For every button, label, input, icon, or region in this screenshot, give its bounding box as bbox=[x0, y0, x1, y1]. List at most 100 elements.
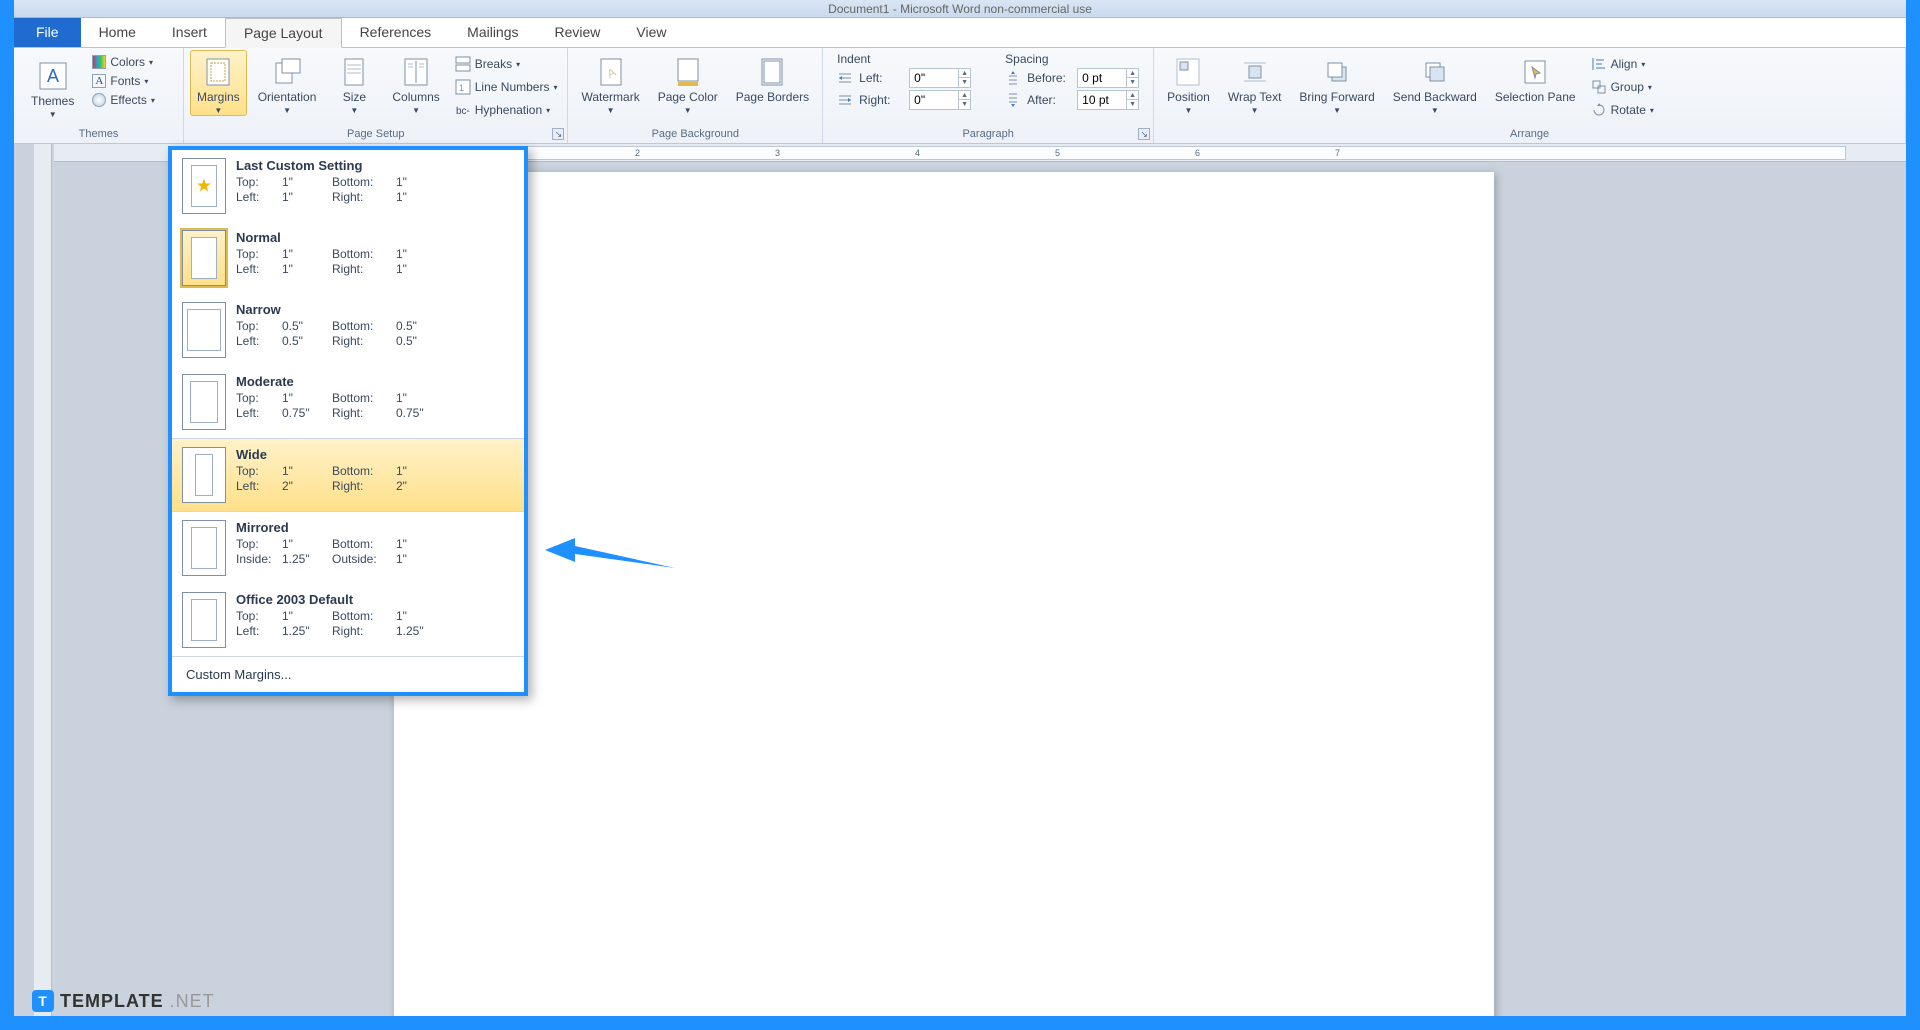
indent-left-input[interactable]: ▲▼ bbox=[909, 68, 971, 88]
breaks-icon bbox=[455, 56, 471, 72]
group-label-themes: Themes bbox=[20, 126, 177, 143]
margin-option-title: Last Custom Setting bbox=[236, 158, 514, 173]
margin-thumb-icon bbox=[182, 302, 226, 358]
margin-option-wide[interactable]: WideTop:1"Bottom:1"Left:2"Right:2" bbox=[172, 439, 524, 512]
svg-text:1: 1 bbox=[459, 83, 464, 93]
send-backward-button[interactable]: Send Backward▼ bbox=[1386, 50, 1484, 116]
align-icon bbox=[1591, 56, 1607, 72]
spacing-heading: Spacing bbox=[1005, 52, 1139, 66]
group-button[interactable]: Group▾ bbox=[1587, 77, 1658, 97]
watermark-button[interactable]: A Watermark▼ bbox=[574, 50, 646, 116]
group-label-paragraph: Paragraph bbox=[829, 126, 1147, 143]
colors-icon bbox=[92, 55, 106, 69]
margin-option-mirrored[interactable]: MirroredTop:1"Bottom:1"Inside:1.25"Outsi… bbox=[172, 512, 524, 584]
ruler-tick: 2 bbox=[635, 148, 640, 158]
tab-references[interactable]: References bbox=[342, 18, 450, 47]
spacing-before-input[interactable]: ▲▼ bbox=[1077, 68, 1139, 88]
margin-option-title: Mirrored bbox=[236, 520, 514, 535]
page-setup-launcher[interactable]: ↘ bbox=[552, 128, 564, 140]
page-color-button[interactable]: Page Color▼ bbox=[651, 50, 725, 116]
watermark-icon: A bbox=[594, 55, 628, 89]
ruler-tick: 7 bbox=[1335, 148, 1340, 158]
margin-option-last-custom-setting[interactable]: Last Custom SettingTop:1"Bottom:1"Left:1… bbox=[172, 150, 524, 222]
ribbon: A Themes ▼ Colors▾ AFonts▾ Effects▾ Them… bbox=[14, 48, 1906, 144]
margin-thumb-icon bbox=[182, 230, 226, 286]
fonts-icon: A bbox=[92, 74, 106, 88]
template-net-watermark: T TEMPLATE.NET bbox=[32, 990, 215, 1012]
size-button[interactable]: Size▼ bbox=[327, 50, 381, 116]
margin-option-title: Wide bbox=[236, 447, 514, 462]
position-icon bbox=[1171, 55, 1205, 89]
indent-heading: Indent bbox=[837, 52, 971, 66]
selection-pane-button[interactable]: Selection Pane bbox=[1488, 50, 1583, 105]
page-color-icon bbox=[671, 55, 705, 89]
columns-icon bbox=[399, 55, 433, 89]
selection-pane-icon bbox=[1518, 55, 1552, 89]
margins-icon bbox=[201, 55, 235, 89]
tab-mailings[interactable]: Mailings bbox=[449, 18, 536, 47]
spacing-after-input[interactable]: ▲▼ bbox=[1077, 90, 1139, 110]
svg-text:A: A bbox=[47, 66, 59, 86]
margin-option-office-2003-default[interactable]: Office 2003 DefaultTop:1"Bottom:1"Left:1… bbox=[172, 584, 524, 656]
margin-option-normal[interactable]: NormalTop:1"Bottom:1"Left:1"Right:1" bbox=[172, 222, 524, 294]
line-numbers-icon: 1 bbox=[455, 79, 471, 95]
tab-view[interactable]: View bbox=[618, 18, 684, 47]
wrap-text-button[interactable]: Wrap Text▼ bbox=[1221, 50, 1289, 116]
hyphenation-button[interactable]: bc-Hyphenation▾ bbox=[451, 100, 562, 120]
breaks-button[interactable]: Breaks▾ bbox=[451, 54, 562, 74]
chevron-down-icon: ▼ bbox=[49, 110, 57, 119]
effects-icon bbox=[92, 93, 106, 107]
send-backward-icon bbox=[1418, 55, 1452, 89]
tab-home[interactable]: Home bbox=[81, 18, 154, 47]
indent-left-icon bbox=[837, 70, 853, 86]
spacing-before-icon bbox=[1005, 70, 1021, 86]
paragraph-launcher[interactable]: ↘ bbox=[1138, 128, 1150, 140]
margins-button[interactable]: Margins▼ bbox=[190, 50, 247, 116]
rotate-button[interactable]: Rotate▾ bbox=[1587, 100, 1658, 120]
margin-option-title: Moderate bbox=[236, 374, 514, 389]
tab-insert[interactable]: Insert bbox=[154, 18, 225, 47]
bring-forward-button[interactable]: Bring Forward▼ bbox=[1292, 50, 1381, 116]
arrow-annotation bbox=[545, 528, 685, 593]
tab-page-layout[interactable]: Page Layout bbox=[225, 18, 342, 48]
orientation-button[interactable]: Orientation▼ bbox=[251, 50, 324, 116]
line-numbers-button[interactable]: 1Line Numbers▾ bbox=[451, 77, 562, 97]
margin-option-title: Narrow bbox=[236, 302, 514, 317]
margin-option-narrow[interactable]: NarrowTop:0.5"Bottom:0.5"Left:0.5"Right:… bbox=[172, 294, 524, 366]
group-label-arrange: Arrange bbox=[1160, 126, 1899, 143]
group-label-page-background: Page Background bbox=[574, 126, 816, 143]
file-tab[interactable]: File bbox=[14, 18, 81, 47]
theme-colors-button[interactable]: Colors▾ bbox=[89, 54, 157, 70]
ruler-tick: 3 bbox=[775, 148, 780, 158]
themes-button[interactable]: A Themes ▼ bbox=[24, 54, 81, 120]
position-button[interactable]: Position▼ bbox=[1160, 50, 1217, 116]
wrap-text-icon bbox=[1238, 55, 1272, 89]
template-logo-icon: T bbox=[32, 990, 54, 1012]
window-title: Document1 - Microsoft Word non-commercia… bbox=[828, 2, 1092, 16]
theme-effects-button[interactable]: Effects▾ bbox=[89, 92, 157, 108]
margin-thumb-icon bbox=[182, 520, 226, 576]
orientation-icon bbox=[270, 55, 304, 89]
margin-option-title: Office 2003 Default bbox=[236, 592, 514, 607]
tab-review[interactable]: Review bbox=[537, 18, 619, 47]
indent-right-icon bbox=[837, 92, 853, 108]
document-page[interactable] bbox=[394, 172, 1494, 1016]
themes-icon: A bbox=[36, 59, 70, 93]
align-button[interactable]: Align▾ bbox=[1587, 54, 1658, 74]
theme-fonts-button[interactable]: AFonts▾ bbox=[89, 73, 157, 89]
columns-button[interactable]: Columns▼ bbox=[385, 50, 446, 116]
page-borders-button[interactable]: Page Borders bbox=[729, 50, 816, 105]
custom-margins-item[interactable]: Custom Margins... bbox=[172, 656, 524, 692]
margin-option-moderate[interactable]: ModerateTop:1"Bottom:1"Left:0.75"Right:0… bbox=[172, 366, 524, 439]
margin-option-title: Normal bbox=[236, 230, 514, 245]
margins-dropdown: Last Custom SettingTop:1"Bottom:1"Left:1… bbox=[168, 146, 528, 696]
ruler-tick: 5 bbox=[1055, 148, 1060, 158]
group-icon bbox=[1591, 79, 1607, 95]
ruler-tick: 6 bbox=[1195, 148, 1200, 158]
ribbon-tabs: File HomeInsertPage LayoutReferencesMail… bbox=[14, 18, 1906, 48]
spacing-after-icon bbox=[1005, 92, 1021, 108]
rotate-icon bbox=[1591, 102, 1607, 118]
indent-right-input[interactable]: ▲▼ bbox=[909, 90, 971, 110]
titlebar: Document1 - Microsoft Word non-commercia… bbox=[14, 0, 1906, 18]
group-label-page-setup: Page Setup bbox=[190, 126, 561, 143]
